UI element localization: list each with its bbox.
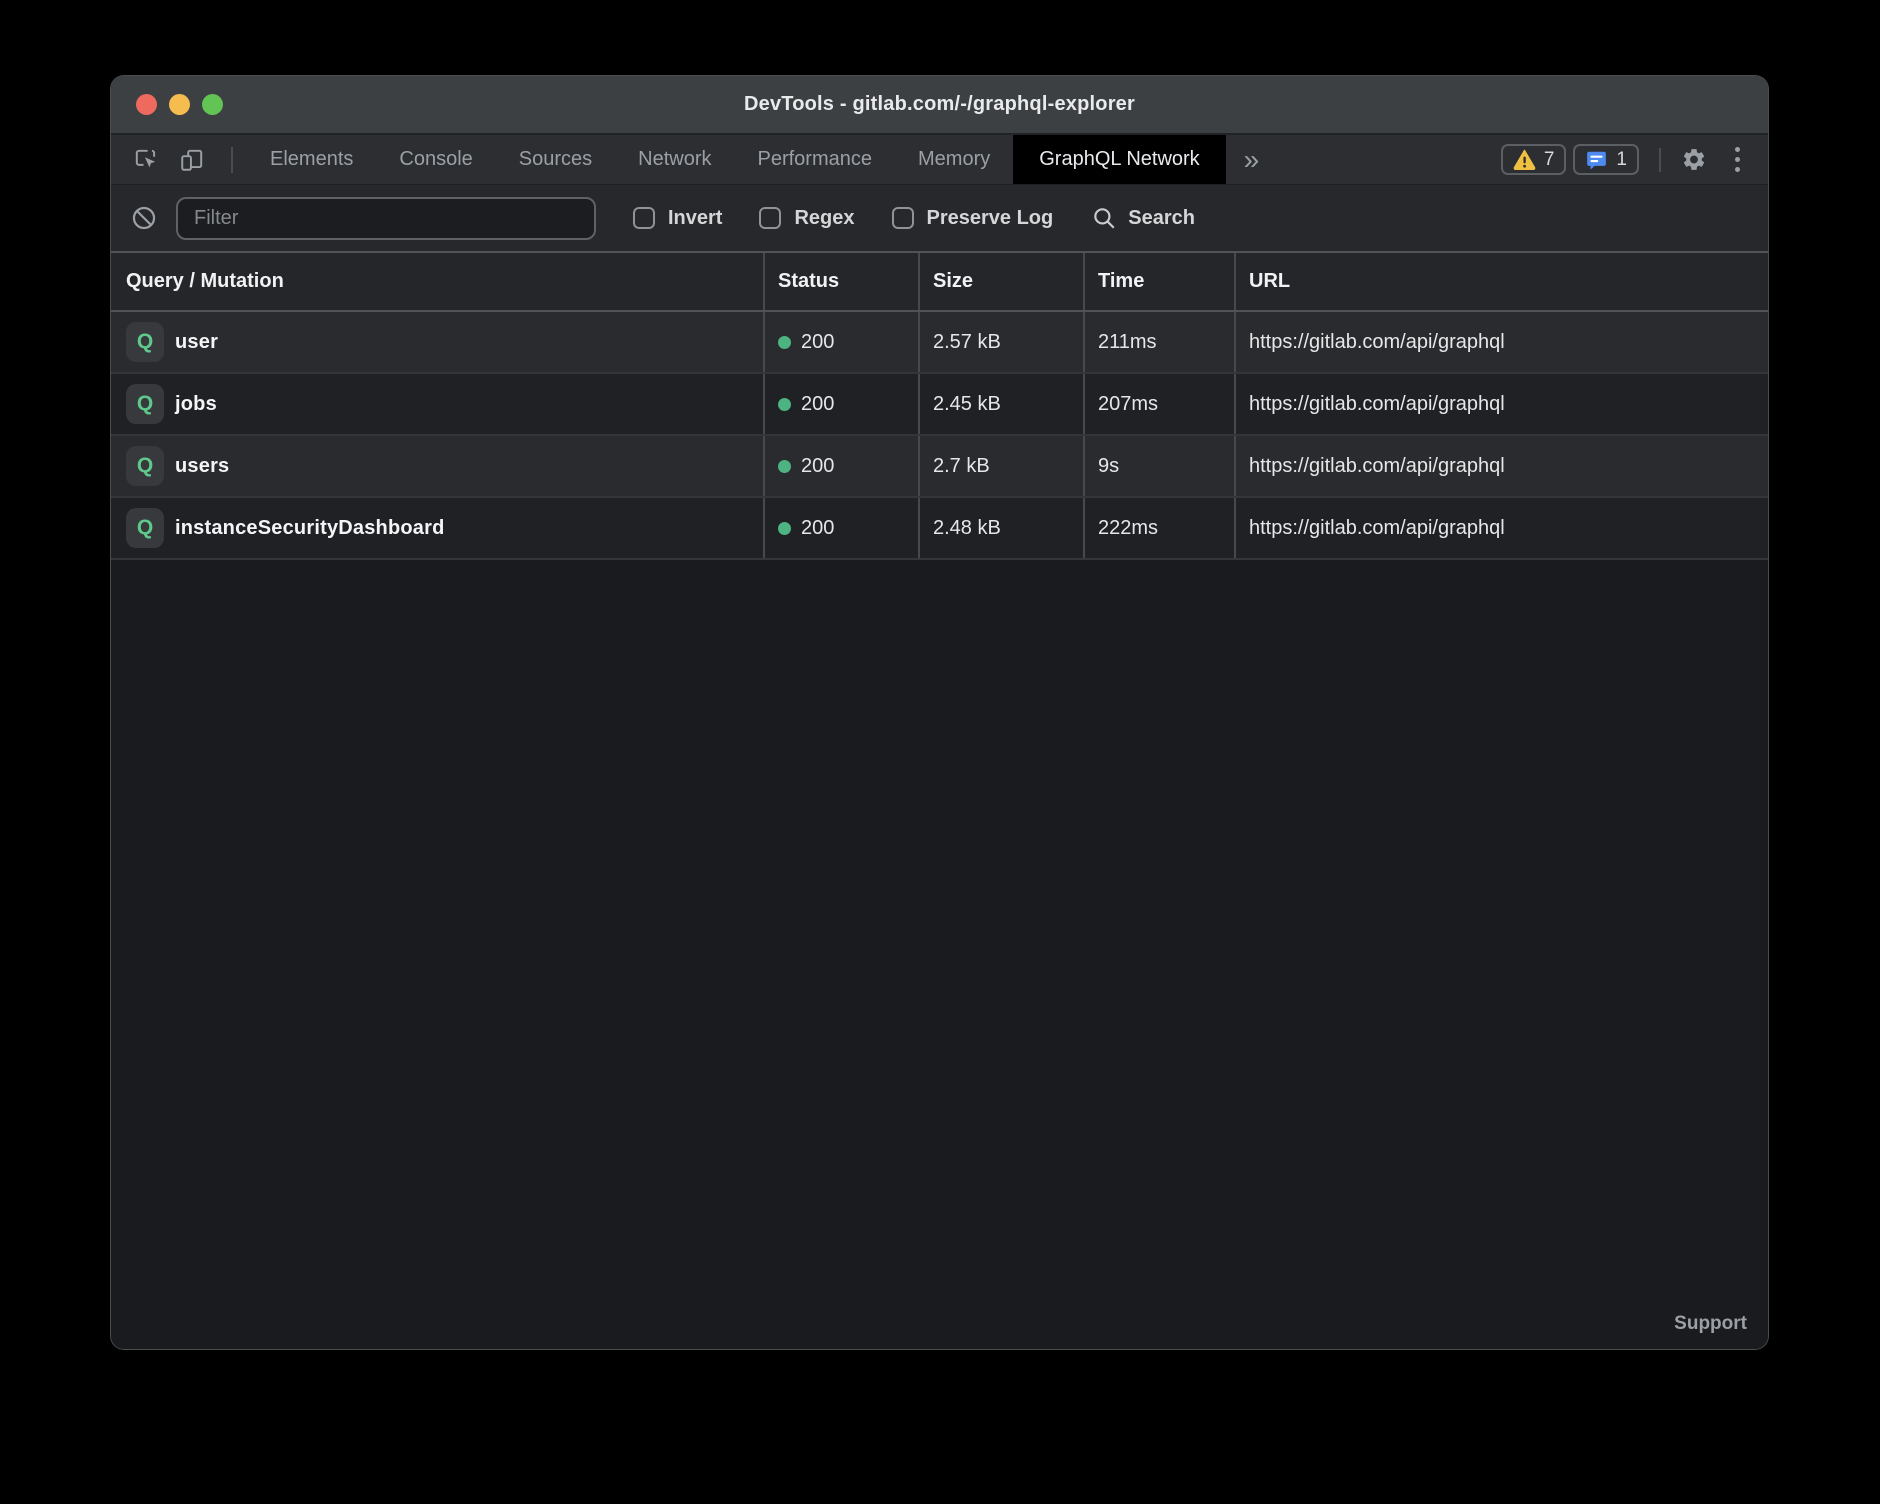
tab-console[interactable]: Console [376,135,495,184]
issues-badge[interactable]: 1 [1573,144,1639,175]
status-cell: 200 [763,498,918,558]
column-header-query: Query / Mutation [111,253,763,310]
status-cell: 200 [763,312,918,372]
search-control[interactable]: Search [1091,205,1195,231]
minimize-button[interactable] [169,94,190,115]
invert-checkbox-group: Invert [633,207,722,230]
filter-bar: Invert Regex Preserve Log Search [111,185,1768,253]
status-ok-dot [778,522,791,535]
time-cell: 9s [1083,436,1234,496]
time-cell: 222ms [1083,498,1234,558]
title-bar: DevTools - gitlab.com/-/graphql-explorer [111,76,1768,135]
column-header-url: URL [1234,253,1768,310]
table-empty-area: Support [111,560,1768,1349]
preserve-log-label: Preserve Log [927,207,1054,230]
query-name: instanceSecurityDashboard [175,517,445,540]
invert-label: Invert [668,207,722,230]
query-type-badge: Q [126,322,164,362]
support-link[interactable]: Support [1674,1313,1747,1335]
regex-label: Regex [794,207,854,230]
window-title: DevTools - gitlab.com/-/graphql-explorer [744,93,1135,116]
table-row-users[interactable]: Q users 200 2.7 kB 9s https://gitlab.com… [111,436,1768,498]
table-row-jobs[interactable]: Q jobs 200 2.45 kB 207ms https://gitlab.… [111,374,1768,436]
tab-network[interactable]: Network [615,135,734,184]
table-row-instance-security-dashboard[interactable]: Q instanceSecurityDashboard 200 2.48 kB … [111,498,1768,560]
query-type-badge: Q [126,446,164,486]
size-cell: 2.57 kB [918,312,1083,372]
table-header: Query / Mutation Status Size Time URL [111,253,1768,312]
close-button[interactable] [136,94,157,115]
query-cell: Q jobs [111,374,763,434]
issue-count: 1 [1616,149,1627,171]
toolbar-divider [231,147,233,173]
warning-count: 7 [1544,149,1555,171]
size-cell: 2.45 kB [918,374,1083,434]
search-label: Search [1128,207,1195,230]
status-ok-dot [778,460,791,473]
status-cell: 200 [763,436,918,496]
time-cell: 207ms [1083,374,1234,434]
table-row-user[interactable]: Q user 200 2.57 kB 211ms https://gitlab.… [111,312,1768,374]
time-cell: 211ms [1083,312,1234,372]
block-icon[interactable] [130,204,158,232]
column-header-status: Status [763,253,918,310]
invert-checkbox[interactable] [633,207,655,229]
devtools-window: DevTools - gitlab.com/-/graphql-explorer… [111,76,1768,1349]
tab-graphql-network[interactable]: GraphQL Network [1013,135,1225,184]
tab-performance[interactable]: Performance [735,135,896,184]
query-type-badge: Q [126,384,164,424]
size-cell: 2.48 kB [918,498,1083,558]
zoom-button[interactable] [202,94,223,115]
traffic-lights [136,76,223,133]
devtools-tab-bar: Elements Console Sources Network Perform… [111,135,1768,185]
url-cell: https://gitlab.com/api/graphql [1234,312,1768,372]
status-cell: 200 [763,374,918,434]
query-cell: Q users [111,436,763,496]
badge-divider [1659,148,1661,172]
tab-elements[interactable]: Elements [247,135,376,184]
search-icon [1091,205,1117,231]
filter-input[interactable] [176,197,596,240]
column-header-time: Time [1083,253,1234,310]
status-ok-dot [778,398,791,411]
kebab-menu-icon[interactable] [1735,147,1740,172]
url-cell: https://gitlab.com/api/graphql [1234,498,1768,558]
gear-icon[interactable] [1681,147,1707,173]
query-name: users [175,455,229,478]
warnings-badge[interactable]: 7 [1501,144,1567,175]
preserve-log-checkbox-group: Preserve Log [892,207,1054,230]
query-cell: Q instanceSecurityDashboard [111,498,763,558]
device-toolbar-icon[interactable] [179,147,205,173]
preserve-log-checkbox[interactable] [892,207,914,229]
tab-sources[interactable]: Sources [496,135,615,184]
inspect-icon[interactable] [133,147,159,173]
regex-checkbox-group: Regex [759,207,854,230]
url-cell: https://gitlab.com/api/graphql [1234,436,1768,496]
query-name: user [175,331,218,354]
regex-checkbox[interactable] [759,207,781,229]
warning-icon [1513,149,1536,170]
issues-icon [1585,149,1608,171]
more-tabs-chevron-icon[interactable]: » [1226,146,1278,174]
query-type-badge: Q [126,508,164,548]
query-cell: Q user [111,312,763,372]
url-cell: https://gitlab.com/api/graphql [1234,374,1768,434]
column-header-size: Size [918,253,1083,310]
tab-memory[interactable]: Memory [895,135,1013,184]
status-ok-dot [778,336,791,349]
query-name: jobs [175,393,217,416]
size-cell: 2.7 kB [918,436,1083,496]
